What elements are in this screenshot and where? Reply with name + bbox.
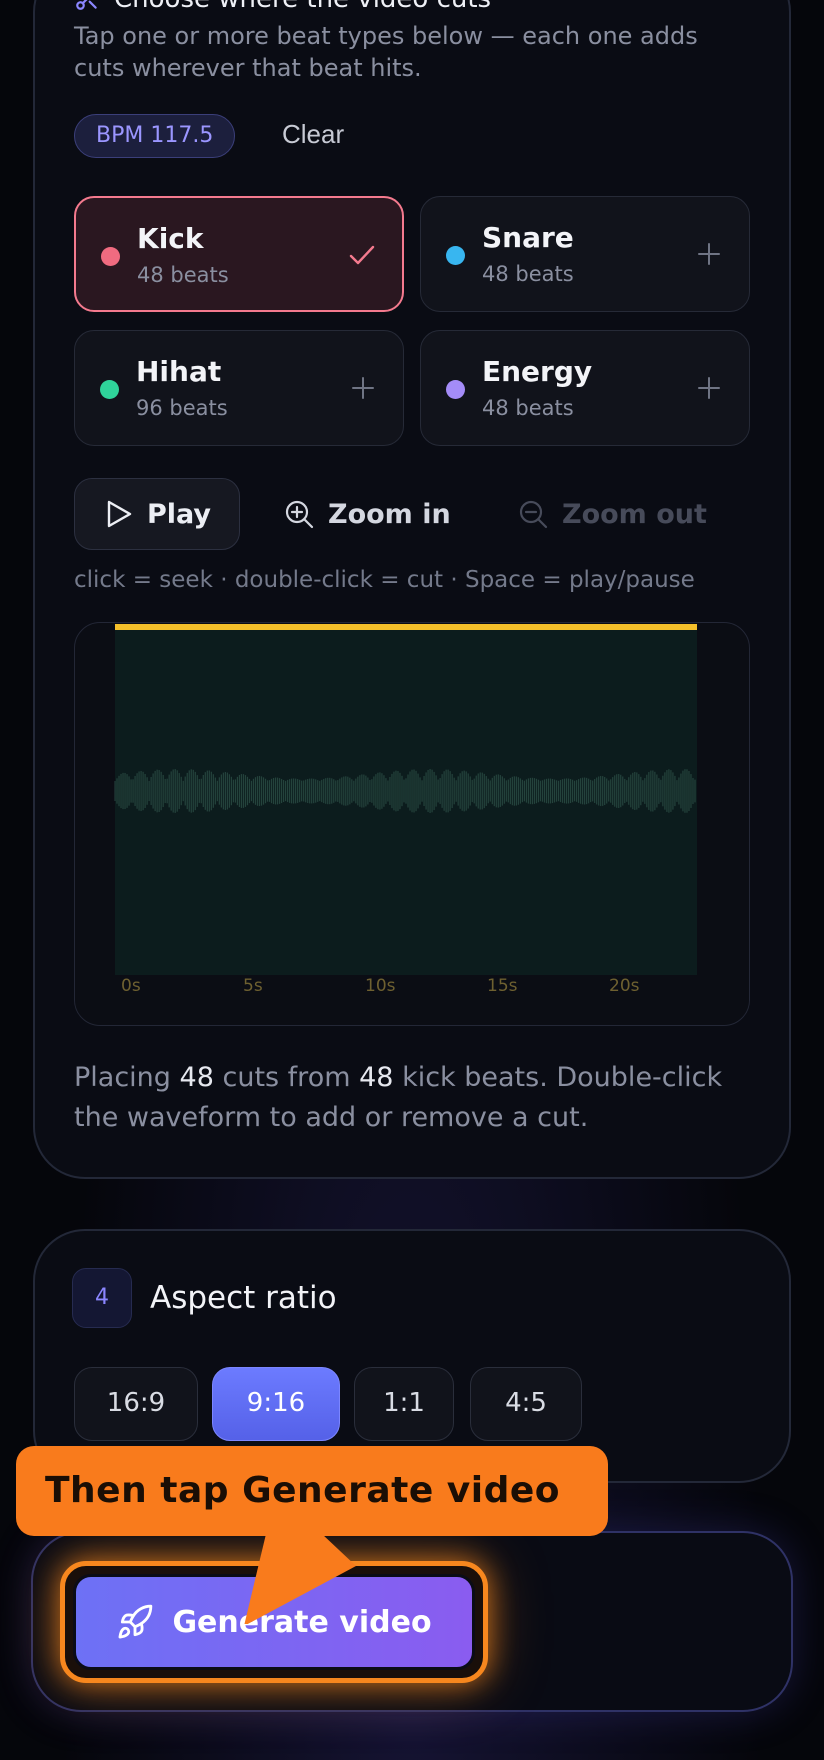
beat-tile-snare[interactable]: Snare 48 beats	[420, 196, 750, 312]
time-label: 5s	[243, 976, 263, 996]
zoom-out-label: Zoom out	[562, 498, 707, 530]
aspect-option-16-9[interactable]: 16:9	[74, 1367, 198, 1441]
aspect-option-1-1[interactable]: 1:1	[354, 1367, 454, 1441]
beat-tile-energy[interactable]: Energy 48 beats	[420, 330, 750, 446]
beat-count: 48 beats	[482, 396, 574, 420]
summary-cut-count: 48	[179, 1062, 214, 1093]
waveform-hint: click = seek · double-click = cut · Spac…	[74, 567, 695, 593]
beat-name: Snare	[482, 221, 574, 254]
beat-count: 48 beats	[137, 263, 229, 287]
step-number-badge: 4	[72, 1268, 132, 1328]
beat-count: 48 beats	[482, 262, 574, 286]
beat-tile-hihat[interactable]: Hihat 96 beats	[74, 330, 404, 446]
clear-button[interactable]: Clear	[276, 118, 350, 151]
bpm-badge: BPM 117.5	[74, 114, 236, 158]
kick-color-dot	[101, 247, 120, 266]
waveform-canvas[interactable]: 0s 5s 10s 15s 20s	[75, 623, 750, 1026]
check-icon	[349, 245, 375, 265]
play-button[interactable]: Play	[74, 478, 240, 550]
zoom-in-icon	[285, 500, 314, 529]
time-axis: 0s 5s 10s 15s 20s	[121, 976, 640, 996]
zoom-in-label: Zoom in	[328, 498, 451, 530]
beat-name: Hihat	[136, 355, 222, 388]
summary-prefix: Placing	[74, 1062, 171, 1093]
time-label: 0s	[121, 976, 141, 996]
aspect-ratio-title: Aspect ratio	[150, 1280, 337, 1316]
zoom-out-button[interactable]: Zoom out	[518, 478, 707, 550]
aspect-option-9-16[interactable]: 9:16	[212, 1367, 340, 1441]
time-label: 20s	[609, 976, 640, 996]
beat-instructions: Tap one or more beat types below — each …	[74, 22, 698, 82]
plus-icon	[698, 243, 720, 265]
time-label: 15s	[487, 976, 518, 996]
scissors-icon	[76, 0, 97, 10]
page: Choose where the video cuts Tap one or m…	[0, 0, 824, 1760]
play-icon	[107, 500, 132, 528]
tutorial-tooltip: Then tap Generate video	[16, 1446, 608, 1536]
zoom-in-button[interactable]: Zoom in	[284, 478, 451, 550]
beat-section-header: Choose where the video cuts	[74, 0, 491, 14]
beat-section-title: Choose where the video cuts	[114, 0, 491, 14]
plus-icon	[698, 377, 720, 399]
beat-name: Kick	[137, 222, 204, 255]
summary-middle: cuts from	[222, 1062, 351, 1093]
time-label: 10s	[365, 976, 396, 996]
aspect-ratio-card	[33, 1229, 791, 1483]
tooltip-pointer-arrow	[244, 1534, 356, 1624]
zoom-out-icon	[519, 500, 548, 529]
aspect-option-4-5[interactable]: 4:5	[470, 1367, 582, 1441]
beat-tile-kick[interactable]: Kick 48 beats	[74, 196, 404, 312]
summary-suffix: kick beats. Double-click the waveform to…	[74, 1062, 723, 1133]
plus-icon	[352, 377, 374, 399]
energy-color-dot	[446, 380, 465, 399]
play-label: Play	[147, 498, 212, 530]
beat-name: Energy	[482, 355, 593, 388]
waveform[interactable]: 0s 5s 10s 15s 20s	[74, 622, 750, 1026]
beat-count: 96 beats	[136, 396, 228, 420]
snare-color-dot	[446, 246, 465, 265]
cut-summary: Placing 48 cuts from 48 kick beats. Doub…	[74, 1058, 754, 1138]
summary-beat-count: 48	[359, 1062, 394, 1093]
rocket-icon	[118, 1604, 153, 1639]
hihat-color-dot	[100, 380, 119, 399]
cut-top-bar	[115, 624, 697, 630]
